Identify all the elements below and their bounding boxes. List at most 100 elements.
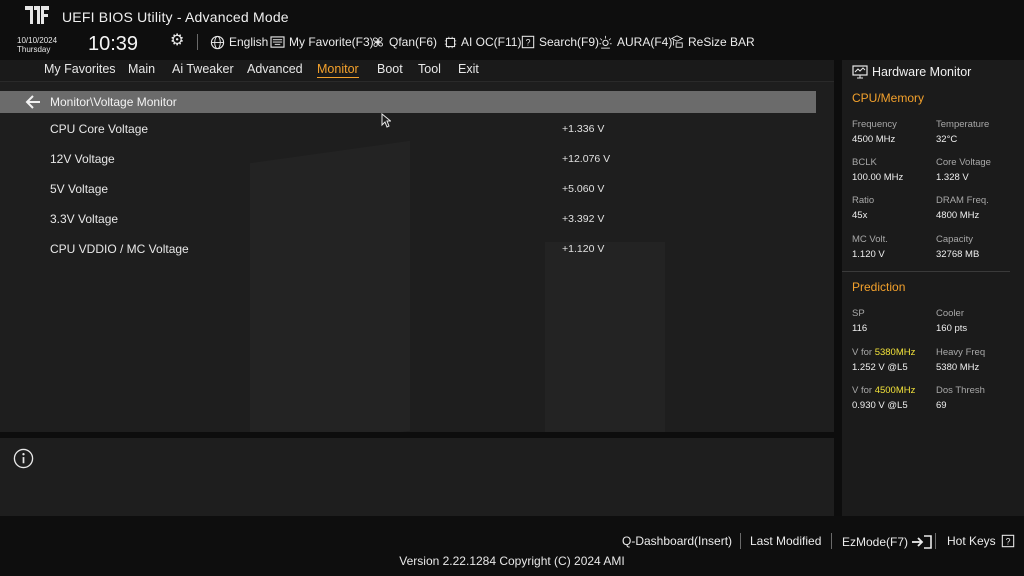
hot-keys-label: Hot Keys (947, 534, 996, 548)
v-for-prefix: V for (852, 347, 873, 358)
stat-label: V for 4500MHz (852, 383, 915, 398)
top-bar: UEFI BIOS Utility - Advanced Mode 10/10/… (0, 0, 1024, 60)
stat-label: Dos Thresh (936, 385, 985, 396)
clock[interactable]: 10:39 (88, 33, 138, 56)
gear-icon[interactable]: ⚙ (170, 30, 184, 50)
stat-value: 69 (936, 400, 947, 411)
mc-volt-stat: MC Volt. 1.120 V (852, 232, 888, 262)
breadcrumb-text: Monitor\Voltage Monitor (50, 95, 177, 109)
stat-value: 5380 MHz (936, 362, 980, 373)
fan-icon (373, 37, 383, 47)
ai-oc-icon (444, 36, 457, 48)
qfan-label: Qfan(F6) (389, 35, 438, 49)
resize-bar-button[interactable]: ReSize BAR (670, 33, 755, 51)
stat-value: 116 (852, 323, 868, 334)
v-for-frequency: 4500MHz (874, 385, 916, 396)
main-panel: Monitor\Voltage Monitor CPU Core Voltage… (0, 82, 834, 432)
dram-freq-stat: DRAM Freq. 4800 MHz (936, 193, 989, 223)
voltage-value: +1.336 V (562, 123, 605, 135)
breadcrumb: Monitor\Voltage Monitor (0, 91, 816, 113)
hardware-monitor-panel: Hardware Monitor CPU/Memory Frequency 45… (842, 60, 1024, 516)
divider (831, 533, 832, 549)
aura-label: AURA(F4) (617, 35, 673, 49)
stat-value: 160 pts (936, 323, 968, 334)
voltage-value: +5.060 V (562, 183, 605, 195)
help-panel (0, 438, 834, 516)
ai-oc-button[interactable]: AI OC(F11) (444, 33, 521, 51)
main-menu: My Favorites Main Ai Tweaker Advanced Mo… (0, 60, 834, 82)
date-block: 10/10/2024 Thursday (17, 36, 57, 54)
stat-label: Capacity (936, 234, 973, 245)
hardware-monitor-title: Hardware Monitor (872, 65, 972, 79)
tuf-logo (25, 6, 49, 24)
divider (935, 533, 936, 549)
stat-label: Temperature (936, 119, 990, 130)
tab-monitor[interactable]: Monitor (317, 62, 359, 78)
voltage-row-5v[interactable]: 5V Voltage +5.060 V (0, 179, 816, 201)
app-title: UEFI BIOS Utility - Advanced Mode (62, 9, 289, 25)
my-favorite-button[interactable]: My Favorite(F3) (270, 33, 374, 51)
voltage-row-12v[interactable]: 12V Voltage +12.076 V (0, 149, 816, 171)
v-for-stat-2: V for 4500MHz 0.930 V @L5 (852, 383, 915, 413)
stat-label: Frequency (852, 119, 897, 130)
aura-button[interactable]: AURA(F4) (598, 33, 672, 51)
language-button[interactable]: English (210, 33, 268, 51)
stat-label: SP (852, 308, 865, 319)
voltage-value: +12.076 V (562, 153, 611, 165)
info-icon[interactable] (13, 448, 34, 469)
back-arrow-icon[interactable] (25, 94, 41, 110)
voltage-row-cpu-core[interactable]: CPU Core Voltage +1.336 V (0, 119, 816, 141)
q-dashboard-button[interactable]: Q-Dashboard(Insert) (622, 534, 732, 548)
tab-my-favorites[interactable]: My Favorites (44, 62, 116, 76)
search-icon: ? (521, 35, 535, 49)
day-text: Thursday (17, 45, 51, 54)
stat-label: Core Voltage (936, 157, 991, 168)
tab-ai-tweaker[interactable]: Ai Tweaker (172, 62, 234, 76)
ezmode-button[interactable]: EzMode(F7) (842, 534, 933, 550)
footer: Q-Dashboard(Insert) Last Modified EzMode… (0, 516, 1024, 576)
stat-value: 32°C (936, 134, 958, 145)
voltage-label: 3.3V Voltage (50, 212, 119, 226)
v-for-frequency: 5380MHz (874, 347, 916, 358)
language-label: English (229, 35, 269, 49)
stat-label: Cooler (936, 308, 964, 319)
ezmode-label: EzMode(F7) (842, 535, 909, 549)
voltage-row-vddio[interactable]: CPU VDDIO / MC Voltage +1.120 V (0, 239, 816, 261)
tab-main[interactable]: Main (128, 62, 155, 76)
stat-value: 4500 MHz (852, 134, 896, 145)
ratio-stat: Ratio 45x (852, 193, 874, 223)
background-decoration (545, 242, 665, 432)
stat-value: 1.252 V @L5 (852, 362, 908, 373)
voltage-row-3v3[interactable]: 3.3V Voltage +3.392 V (0, 209, 816, 231)
stat-value: 1.328 V (936, 172, 969, 183)
v-for-prefix: V for (852, 385, 873, 396)
stat-label: BCLK (852, 157, 877, 168)
search-button[interactable]: ? Search(F9) (521, 33, 599, 51)
favorite-keyboard-icon (270, 35, 285, 48)
voltage-label: 12V Voltage (50, 152, 115, 166)
voltage-value: +1.120 V (562, 243, 605, 255)
globe-icon (210, 35, 225, 49)
tab-tool[interactable]: Tool (418, 62, 441, 76)
exit-arrow-icon (912, 535, 932, 549)
qfan-button[interactable]: Qfan(F6) (371, 33, 437, 51)
tab-advanced[interactable]: Advanced (247, 62, 303, 76)
hot-keys-button[interactable]: Hot Keys ? (947, 534, 1015, 548)
stat-value: 1.120 V (852, 249, 885, 260)
capacity-stat: Capacity 32768 MB (936, 232, 979, 262)
tab-exit[interactable]: Exit (458, 62, 479, 76)
stat-value: 4800 MHz (936, 210, 980, 221)
version-text: Version 2.22.1284 Copyright (C) 2024 AMI (399, 554, 625, 568)
temperature-stat: Temperature 32°C (936, 117, 989, 147)
stat-label: Ratio (852, 195, 875, 206)
stat-value: 45x (852, 210, 868, 221)
resize-bar-label: ReSize BAR (688, 35, 755, 49)
search-label: Search(F9) (539, 35, 600, 49)
last-modified-button[interactable]: Last Modified (750, 534, 821, 548)
tab-boot[interactable]: Boot (377, 62, 403, 76)
monitor-icon (852, 65, 868, 79)
stat-value: 0.930 V @L5 (852, 400, 908, 411)
heavy-freq-stat: Heavy Freq 5380 MHz (936, 345, 985, 375)
stat-label: MC Volt. (852, 234, 888, 245)
svg-text:?: ? (526, 38, 531, 48)
